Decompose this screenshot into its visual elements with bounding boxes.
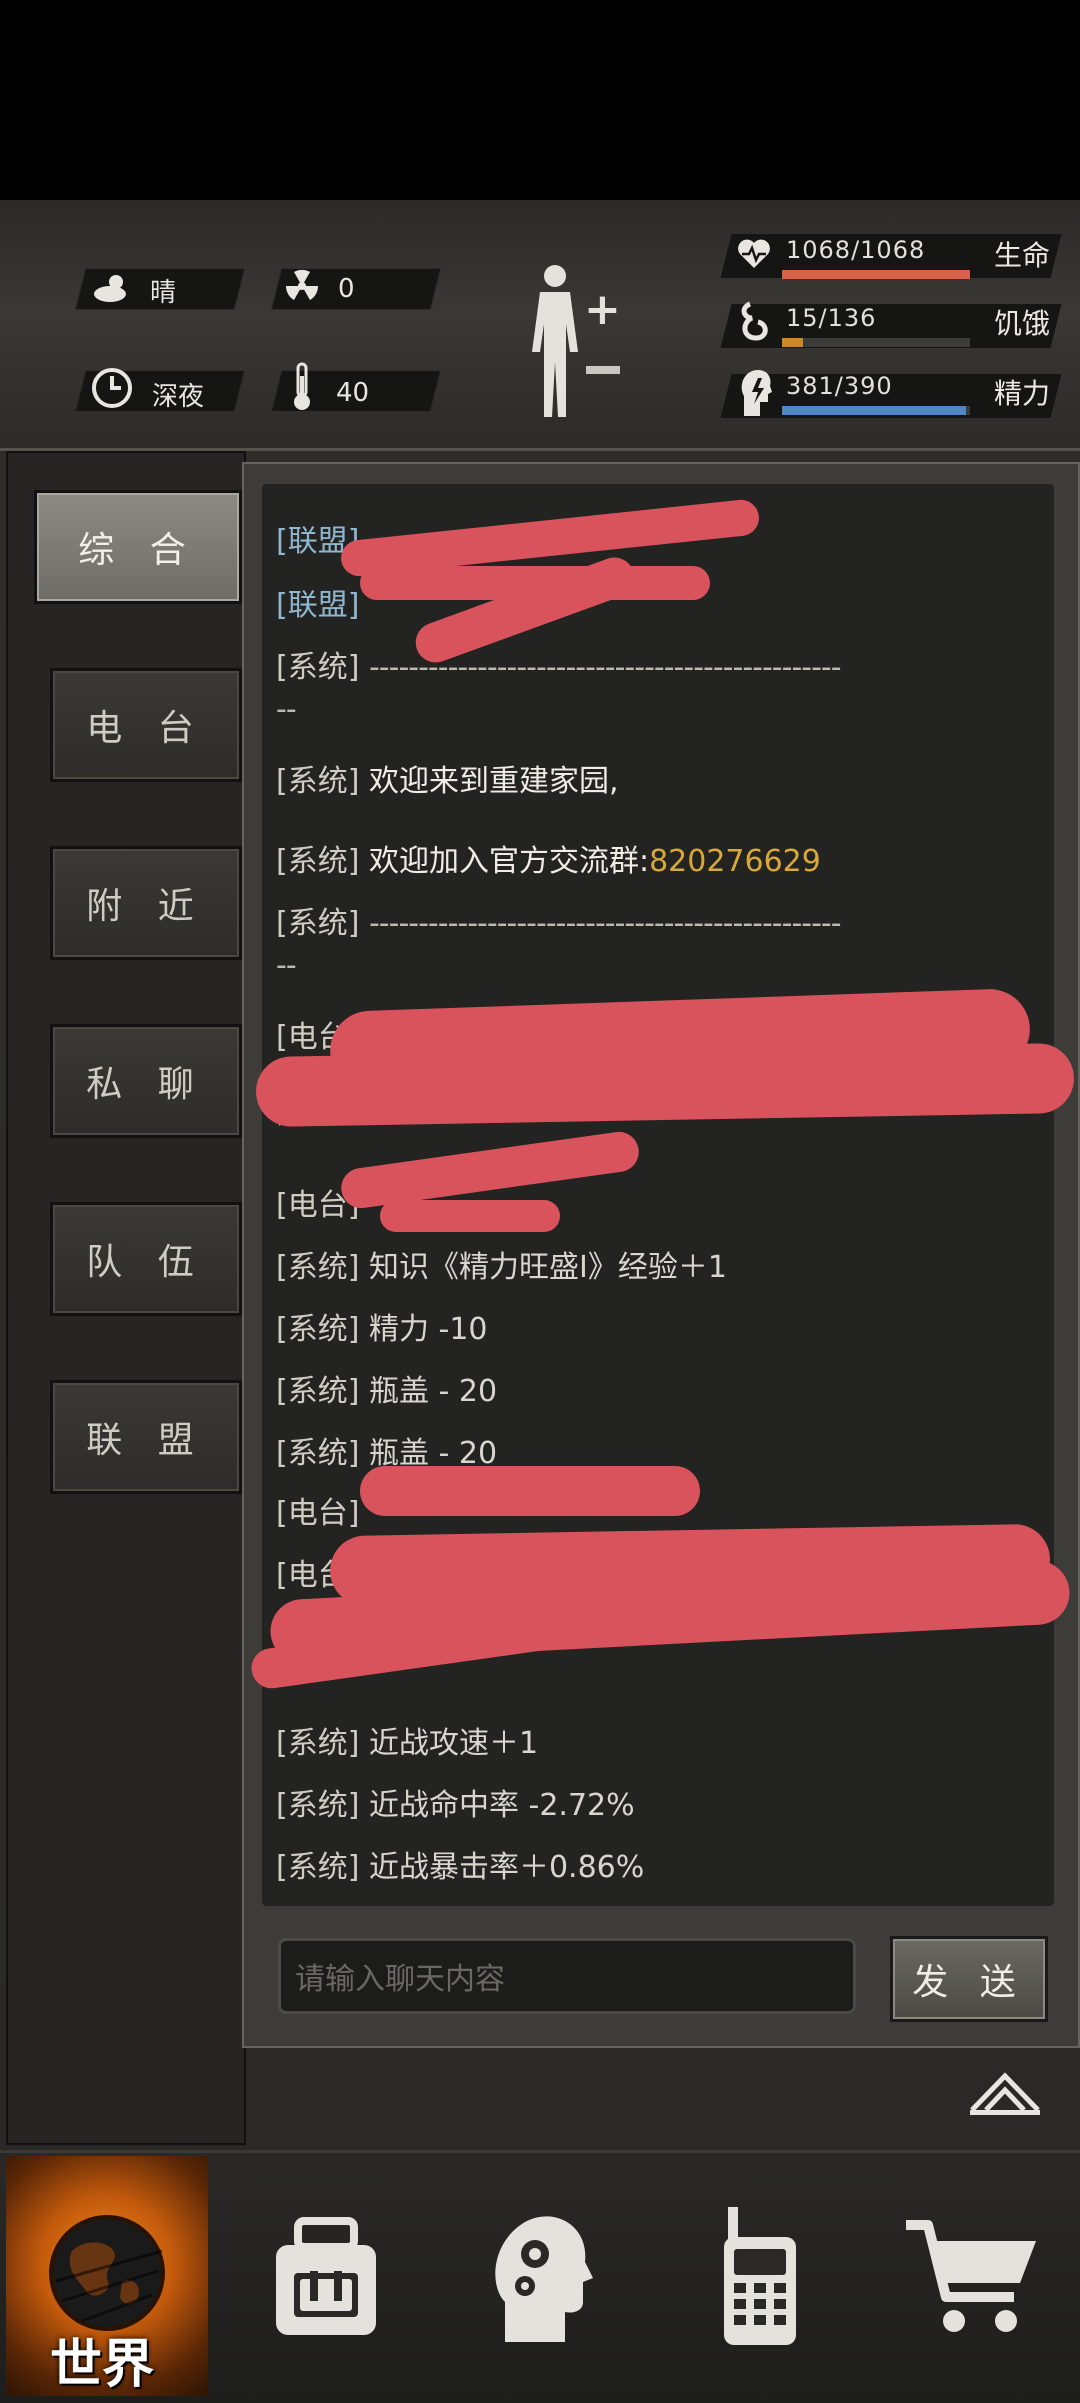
group-number[interactable]: 820276629	[649, 844, 821, 879]
chat-message: [系统] -----------------------------------…	[276, 642, 842, 686]
message-tag: [系统]	[276, 1726, 360, 1761]
message-tag: [系统]	[276, 1788, 360, 1823]
message-tag: [系统]	[276, 906, 360, 941]
chat-message: [联盟]	[276, 580, 359, 624]
plus-icon[interactable]: +	[584, 284, 621, 335]
message-tag: [系统]	[276, 844, 360, 879]
radiation-value: 0	[338, 274, 355, 304]
tab-general[interactable]: 综 合	[34, 490, 242, 604]
message-text: --	[276, 948, 297, 983]
message-text: 欢迎加入官方交流群:	[359, 844, 650, 879]
shop-cart-icon	[906, 2220, 1036, 2332]
time-label: 深夜	[152, 382, 205, 412]
hunger-track	[782, 338, 970, 347]
tab-team[interactable]: 队 伍	[50, 1202, 242, 1316]
chat-message: [系统] 近战暴击率＋0.86%	[276, 1842, 644, 1886]
redaction-mark	[380, 1200, 560, 1232]
message-tag: [系统]	[276, 1436, 360, 1471]
tab-private[interactable]: 私 聊	[50, 1024, 242, 1138]
message-tag: [系统]	[276, 764, 360, 799]
chat-message: [电台]	[276, 1488, 359, 1532]
health-value: 1068/1068	[786, 236, 926, 264]
hunger-value: 15/136	[786, 304, 877, 332]
message-text: 知识《精力旺盛Ⅰ》经验＋1	[368, 1250, 727, 1285]
chat-input[interactable]: 请输入聊天内容	[278, 1938, 856, 2014]
tab-radio[interactable]: 电 台	[50, 668, 242, 782]
energy-fill	[782, 406, 966, 415]
nav-backpack[interactable]	[226, 2156, 426, 2396]
collapse-chevron-icon[interactable]	[968, 2070, 1042, 2116]
message-text: --	[276, 692, 297, 727]
message-text: ----------------------------------------…	[368, 906, 842, 941]
chat-message: [系统] 欢迎加入官方交流群:820276629	[276, 836, 821, 880]
message-text: 近战命中率 -2.72%	[368, 1788, 635, 1823]
chat-message: --	[276, 948, 297, 983]
redaction-mark	[360, 1466, 700, 1516]
chat-message: [系统] 瓶盖 - 20	[276, 1366, 497, 1410]
cloud-sun-icon	[94, 275, 126, 302]
message-tag: [系统]	[276, 1374, 360, 1409]
clock-icon	[92, 368, 132, 408]
message-text: 近战暴击率＋0.86%	[368, 1850, 645, 1885]
message-text: 近战攻速＋1	[368, 1726, 539, 1761]
chat-message: [系统] 知识《精力旺盛Ⅰ》经验＋1	[276, 1242, 727, 1286]
redaction-mark	[255, 1042, 1075, 1128]
energy-label: 精力	[994, 377, 1051, 410]
temperature-value: 40	[336, 378, 370, 408]
skills-head-icon	[495, 2216, 593, 2342]
message-tag: [系统]	[276, 1850, 360, 1885]
message-text: 瓶盖 - 20	[368, 1374, 498, 1409]
minus-icon[interactable]	[586, 366, 620, 374]
tab-nearby[interactable]: 附 近	[50, 846, 242, 960]
chat-message: [系统] 近战攻速＋1	[276, 1718, 538, 1762]
radiation-icon	[285, 269, 319, 300]
health-track	[782, 270, 970, 279]
status-bar-area	[0, 0, 1080, 200]
heart-icon	[738, 239, 770, 268]
thermometer-icon	[294, 362, 310, 410]
hunger-fill	[782, 338, 803, 347]
radio-walkie-icon	[724, 2207, 796, 2345]
chat-message: --	[276, 692, 297, 727]
body-status-icon[interactable]	[520, 262, 590, 422]
message-tag: [电台]	[276, 1496, 360, 1531]
nav-shop[interactable]	[872, 2156, 1072, 2396]
weather-label: 晴	[150, 278, 177, 308]
message-text: 欢迎来到重建家园,	[368, 764, 619, 799]
hunger-label: 饥饿	[994, 307, 1051, 340]
health-fill	[782, 270, 970, 279]
nav-radio[interactable]	[660, 2156, 860, 2396]
chat-message: [系统] -----------------------------------…	[276, 898, 842, 942]
nav-skills[interactable]	[440, 2156, 640, 2396]
message-tag: [系统]	[276, 650, 360, 685]
message-tag: [系统]	[276, 1250, 360, 1285]
energy-track	[782, 406, 970, 415]
backpack-icon	[276, 2217, 376, 2335]
nav-world-label: 世界	[50, 2335, 155, 2395]
message-tag: [联盟]	[276, 588, 360, 623]
energy-value: 381/390	[786, 372, 893, 400]
energy-head-icon	[741, 370, 772, 416]
chat-message: [系统] 近战命中率 -2.72%	[276, 1780, 635, 1824]
health-label: 生命	[994, 239, 1051, 272]
chat-message: [系统] 欢迎来到重建家园,	[276, 756, 619, 800]
message-tag: [系统]	[276, 1312, 360, 1347]
send-button[interactable]: 发 送	[890, 1936, 1048, 2022]
message-text: 精力 -10	[368, 1312, 488, 1347]
stomach-icon	[741, 301, 768, 341]
tab-alliance[interactable]: 联 盟	[50, 1380, 242, 1494]
chat-message: [系统] 精力 -10	[276, 1304, 488, 1348]
